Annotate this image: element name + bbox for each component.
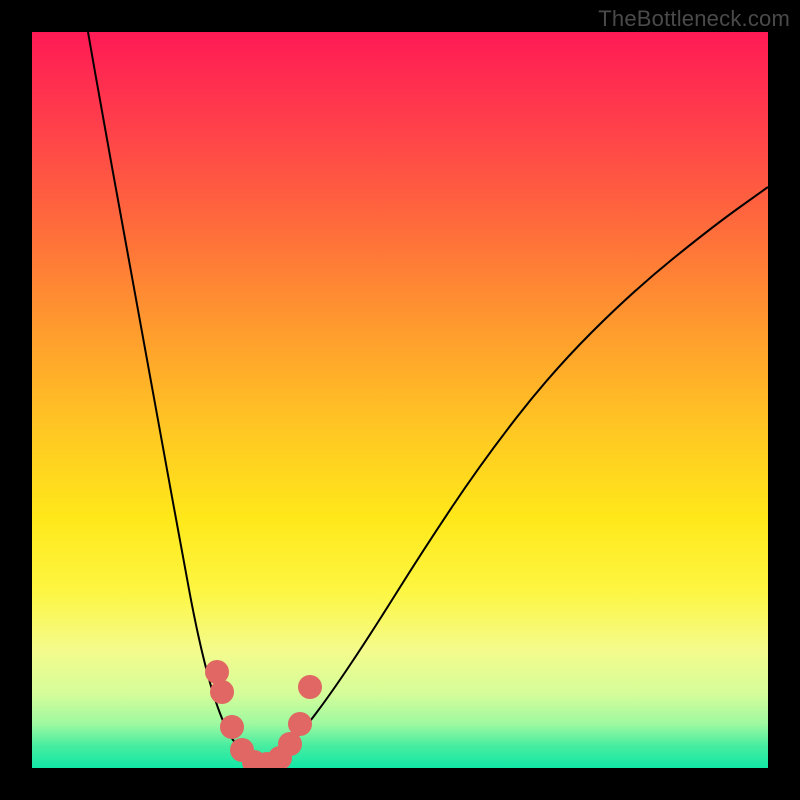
- chart-svg: [32, 32, 768, 768]
- curve-right-branch: [282, 187, 768, 752]
- highlight-marker: [210, 680, 234, 704]
- highlight-marker: [205, 660, 229, 684]
- highlight-marker: [288, 712, 312, 736]
- highlight-markers: [205, 660, 322, 768]
- curve-left-branch: [88, 32, 242, 752]
- highlight-marker: [298, 675, 322, 699]
- chart-plot-area: [32, 32, 768, 768]
- watermark-text: TheBottleneck.com: [598, 6, 790, 32]
- highlight-marker: [220, 715, 244, 739]
- chart-frame: TheBottleneck.com: [0, 0, 800, 800]
